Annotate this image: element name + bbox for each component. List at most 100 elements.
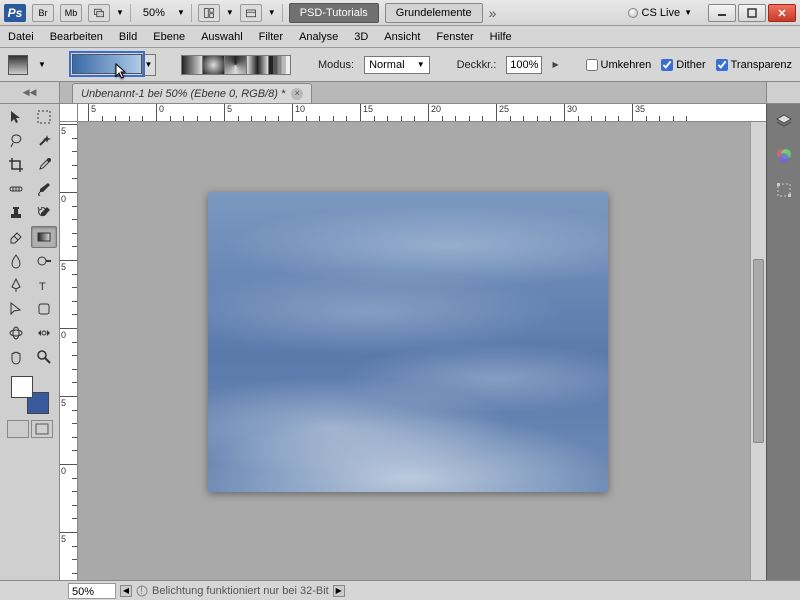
gradient-preview[interactable] <box>72 54 142 74</box>
menu-3d[interactable]: 3D <box>354 31 368 43</box>
menu-filter[interactable]: Filter <box>259 31 283 43</box>
more-workspaces-button[interactable]: » <box>489 5 497 21</box>
ruler-tick: 5 <box>60 532 78 544</box>
menu-bearbeiten[interactable]: Bearbeiten <box>50 31 103 43</box>
transparency-label: Transparenz <box>731 59 792 71</box>
status-bar: 50% ◀ ! Belichtung funktioniert nur bei … <box>0 580 800 600</box>
dither-checkbox[interactable]: Dither <box>661 59 705 71</box>
screen-mode-button[interactable] <box>31 420 53 438</box>
workspace-tab-grundelemente[interactable]: Grundelemente <box>385 3 483 23</box>
gradient-tool[interactable] <box>31 226 57 248</box>
opacity-input[interactable]: 100% <box>506 56 542 74</box>
horizontal-ruler[interactable]: 505101520253035 <box>78 104 766 122</box>
menu-ansicht[interactable]: Ansicht <box>384 31 420 43</box>
3d-rotate-tool[interactable] <box>3 322 29 344</box>
zoom-tool[interactable] <box>31 346 57 368</box>
transparency-checkbox[interactable]: Transparenz <box>716 59 792 71</box>
eyedropper-tool[interactable] <box>31 154 57 176</box>
minimize-button[interactable] <box>708 4 736 22</box>
quick-mask-button[interactable] <box>7 420 29 438</box>
screen-mode-cycle-button[interactable] <box>240 4 262 22</box>
layers-panel-icon[interactable] <box>772 110 796 134</box>
dropdown-arrow-icon[interactable]: ▼ <box>38 60 46 69</box>
reflected-gradient-button[interactable] <box>247 55 269 75</box>
crop-tool[interactable] <box>3 154 29 176</box>
menu-fenster[interactable]: Fenster <box>436 31 473 43</box>
ruler-tick: 5 <box>60 260 78 272</box>
blend-mode-select[interactable]: Normal ▼ <box>364 56 430 74</box>
menu-auswahl[interactable]: Auswahl <box>201 31 243 43</box>
paths-panel-icon[interactable] <box>772 178 796 202</box>
hand-tool[interactable] <box>3 346 29 368</box>
right-dock-collapse-handle[interactable] <box>766 82 800 103</box>
menu-datei[interactable]: Datei <box>8 31 34 43</box>
dropdown-arrow-icon[interactable]: ▼ <box>116 8 124 17</box>
dodge-tool[interactable] <box>31 250 57 272</box>
dropdown-arrow-icon[interactable]: ▼ <box>268 8 276 17</box>
dropdown-arrow-icon[interactable]: ▼ <box>226 8 234 17</box>
pen-tool[interactable] <box>3 274 29 296</box>
artboard[interactable] <box>208 192 608 492</box>
blur-tool[interactable] <box>3 250 29 272</box>
ruler-tick: 20 <box>428 104 441 122</box>
bridge-button[interactable]: Br <box>32 4 54 22</box>
clone-stamp-tool[interactable] <box>3 202 29 224</box>
eraser-tool[interactable] <box>3 226 29 248</box>
ruler-tick: 0 <box>60 464 78 476</box>
brush-tool[interactable] <box>31 178 57 200</box>
angle-gradient-button[interactable] <box>225 55 247 75</box>
healing-brush-tool[interactable] <box>3 178 29 200</box>
move-tool[interactable] <box>3 106 29 128</box>
menu-hilfe[interactable]: Hilfe <box>490 31 512 43</box>
close-button[interactable] <box>768 4 796 22</box>
marquee-tool[interactable] <box>31 106 57 128</box>
gradient-picker-dropdown[interactable]: ▼ <box>142 54 156 76</box>
ruler-origin[interactable] <box>60 104 78 122</box>
close-tab-icon[interactable]: × <box>291 88 303 100</box>
radial-gradient-button[interactable] <box>203 55 225 75</box>
zoom-level[interactable]: 50% <box>137 7 171 19</box>
dropdown-arrow-icon[interactable]: ▼ <box>177 8 185 17</box>
linear-gradient-button[interactable] <box>181 55 203 75</box>
arrange-documents-button[interactable] <box>198 4 220 22</box>
workspace-tab-psd-tutorials[interactable]: PSD-Tutorials <box>289 3 379 23</box>
app-logo: Ps <box>4 4 26 22</box>
canvas-area[interactable] <box>78 122 766 580</box>
diamond-gradient-button[interactable] <box>269 55 291 75</box>
3d-camera-tool[interactable] <box>31 322 57 344</box>
foreground-color-swatch[interactable] <box>11 376 33 398</box>
minibridge-button[interactable]: Mb <box>60 4 82 22</box>
magic-wand-tool[interactable] <box>31 130 57 152</box>
toolbox-collapse-handle[interactable]: ◀◀ <box>0 82 60 103</box>
maximize-button[interactable] <box>738 4 766 22</box>
menu-bild[interactable]: Bild <box>119 31 137 43</box>
menu-analyse[interactable]: Analyse <box>299 31 338 43</box>
color-swatches[interactable] <box>11 376 49 414</box>
status-zoom-input[interactable]: 50% <box>68 583 116 599</box>
separator <box>282 4 283 22</box>
history-brush-tool[interactable] <box>31 202 57 224</box>
vertical-scrollbar[interactable] <box>750 122 766 580</box>
scrollbar-thumb[interactable] <box>753 259 764 442</box>
path-selection-tool[interactable] <box>3 298 29 320</box>
screen-mode-button[interactable] <box>88 4 110 22</box>
tool-preset-picker[interactable] <box>8 55 28 75</box>
menu-ebene[interactable]: Ebene <box>153 31 185 43</box>
opacity-flyout-arrow[interactable]: ▶ <box>552 60 558 69</box>
options-bar: ▼ ▼ Modus: Normal ▼ Deckkr.: 100% ▶ Umke… <box>0 48 800 82</box>
cs-live-button[interactable]: CS Live ▼ <box>624 7 696 19</box>
ruler-tick: 5 <box>88 104 96 122</box>
status-next-button[interactable]: ▶ <box>333 585 345 597</box>
reverse-checkbox[interactable]: Umkehren <box>586 59 652 71</box>
shape-tool[interactable] <box>31 298 57 320</box>
screen-icon <box>35 423 49 435</box>
type-tool[interactable]: T <box>31 274 57 296</box>
document-tab[interactable]: Unbenannt-1 bei 50% (Ebene 0, RGB/8) * × <box>72 83 312 103</box>
status-prev-button[interactable]: ◀ <box>120 585 132 597</box>
lasso-tool[interactable] <box>3 130 29 152</box>
separator <box>130 4 131 22</box>
svg-text:T: T <box>39 281 46 293</box>
toolbox: T <box>0 104 60 580</box>
channels-panel-icon[interactable] <box>772 144 796 168</box>
vertical-ruler[interactable]: 5050505 <box>60 122 78 580</box>
